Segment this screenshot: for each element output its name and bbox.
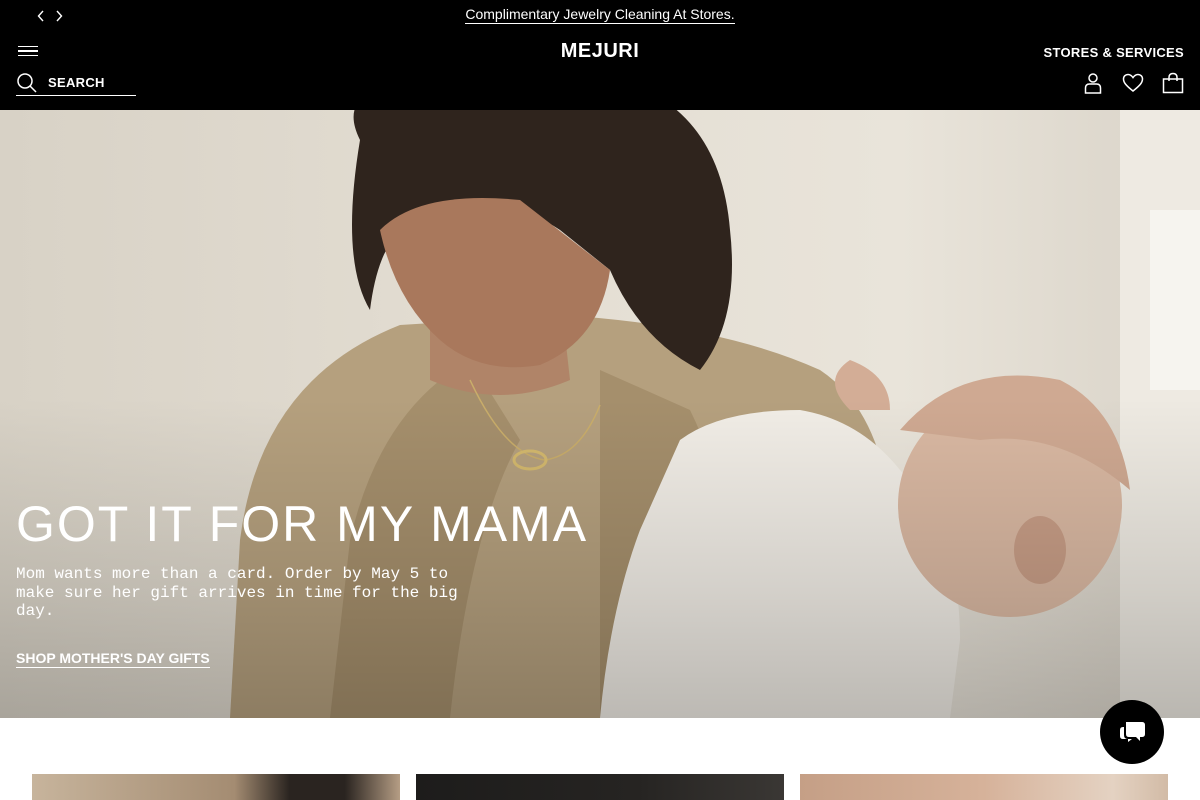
product-card-1[interactable] (32, 774, 400, 800)
chat-button[interactable] (1100, 700, 1164, 764)
account-button[interactable] (1082, 71, 1104, 95)
user-icon (1084, 73, 1102, 94)
stores-services-link[interactable]: STORES & SERVICES (1044, 45, 1184, 60)
product-card-2[interactable] (416, 774, 784, 800)
shopping-bag-icon (1162, 72, 1184, 94)
wishlist-button[interactable] (1122, 71, 1144, 95)
product-cards (32, 774, 1168, 800)
chat-icon (1120, 722, 1145, 742)
hero-title: GOT IT FOR MY MAMA (16, 496, 589, 552)
site-header: Complimentary Jewelry Cleaning At Stores… (0, 0, 1200, 110)
heart-icon (1122, 73, 1144, 92)
search-input[interactable]: SEARCH (16, 70, 136, 96)
logo[interactable]: MEJURI (0, 40, 1200, 63)
shop-mothers-day-link[interactable]: SHOP MOTHER'S DAY GIFTS (16, 650, 210, 668)
search-icon (17, 72, 37, 93)
header-actions (1082, 71, 1184, 95)
product-card-3[interactable] (800, 774, 1168, 800)
bag-button[interactable] (1162, 71, 1184, 95)
search-label: SEARCH (48, 75, 105, 90)
announcement-link[interactable]: Complimentary Jewelry Cleaning At Stores… (465, 6, 735, 24)
hero-banner: GOT IT FOR MY MAMA Mom wants more than a… (0, 110, 1200, 718)
announcement-bar: Complimentary Jewelry Cleaning At Stores… (0, 6, 1200, 24)
hero-subtitle: Mom wants more than a card. Order by May… (16, 565, 458, 620)
